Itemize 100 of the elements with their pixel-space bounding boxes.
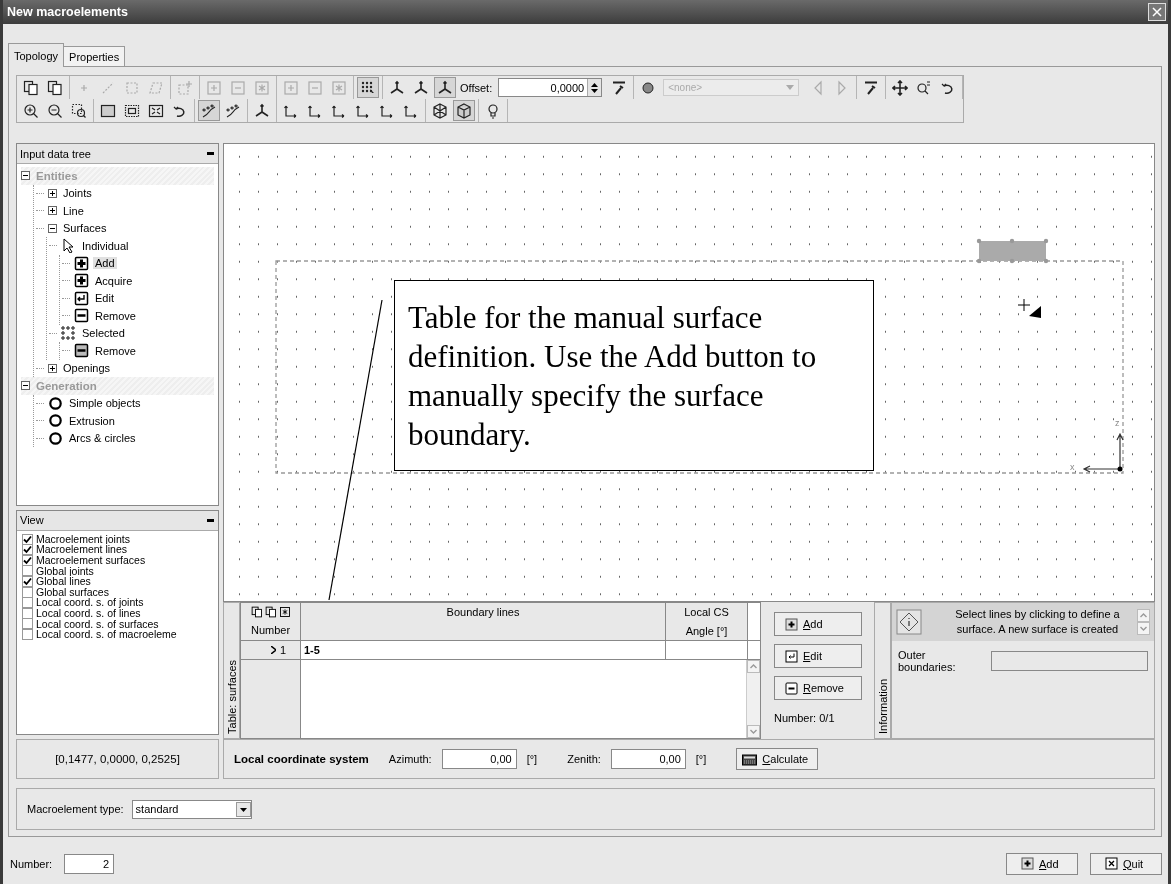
tree-item[interactable]: Surfaces [61,222,109,235]
dotted-square-icon [61,325,76,341]
checkbox[interactable] [22,586,33,598]
curve-icon [225,102,241,119]
side-tab[interactable]: Table: surfaces [223,602,240,739]
tree-item[interactable]: Extrusion [67,414,117,427]
panel-title: View [20,514,44,527]
tree-item[interactable]: Remove [93,309,138,322]
zoom-window-icon [71,102,87,119]
dashed-parallelogram-icon [148,79,164,96]
wrench-icon [611,79,628,96]
fit-icon [148,102,164,119]
expand-toggle[interactable] [48,363,57,373]
checkbox[interactable] [22,618,33,630]
checkbox-label: Global lines [36,576,91,587]
expand-toggle[interactable] [48,223,57,233]
callout-note: Table for the manual surface definition. Use the Add button to manually specify the surface boundary. [394,280,874,471]
field-label: Macroelement type: [27,803,124,815]
pointer-icon [61,238,76,254]
tree-item[interactable]: Openings [61,362,113,375]
minimize-icon[interactable] [207,518,214,522]
tree-item[interactable]: Simple objects [67,397,143,410]
tree-item[interactable]: Joints [61,187,94,200]
expand-toggle[interactable] [48,206,57,216]
tree-item[interactable]: Edit [93,292,116,305]
column-header: Local CS [684,605,729,620]
checkbox[interactable] [22,629,33,640]
type-dropdown[interactable]: standard [131,799,252,819]
expand-toggle[interactable] [48,188,57,198]
tree-item[interactable]: Arcs & circles [67,432,138,445]
plus-box-icon [1021,857,1034,870]
offset-label: Offset: [459,81,494,94]
count-label: Number: 0/1 [774,712,836,724]
side-tab[interactable]: Information [874,602,891,739]
input-field[interactable] [991,651,1148,671]
zoom-in-icon [23,102,39,119]
checkbox[interactable] [22,597,33,608]
tree-item[interactable]: Selected [80,327,127,340]
zoom-icon [916,79,933,96]
box-star-icon [278,606,291,618]
calculate-button[interactable]: Calculate [736,748,819,770]
cursor-icon [1017,298,1041,318]
toolbar-button[interactable] [198,100,220,121]
dialog-button[interactable]: Add [1006,852,1078,875]
drawing-canvas[interactable]: z x Table for the manual surface definition. Use the Add button to manually specify the surface boundary. [223,143,1155,602]
spin-arrows-icon [591,81,599,94]
checkbox-label: Local coord. s. of joints [36,597,144,608]
box-minus-icon [307,79,323,96]
checkbox-label: Local coord. s. of lines [36,608,141,619]
checkbox[interactable] [22,608,33,619]
light-bulb-icon [485,102,501,119]
window-title: New macroelements [7,5,128,19]
zoom-out-icon [47,102,63,119]
axis-icon [1082,432,1124,473]
input-field[interactable]: 0,00 [610,749,686,769]
offset-field[interactable]: 0,0000 [498,78,603,97]
documents-icon [250,606,263,618]
box-plus-icon [206,79,222,96]
tree-item[interactable]: Add [93,257,117,270]
axes-icon [437,79,453,96]
action-button[interactable]: Add [774,612,862,636]
checkbox[interactable] [22,544,33,556]
tree-item[interactable]: Individual [80,239,131,252]
tab[interactable]: Topology [8,43,65,67]
input-field[interactable]: 2 [64,853,115,874]
input-field[interactable]: 0,00 [441,749,517,769]
tree-item[interactable]: Remove [93,344,138,357]
info-icon [896,609,922,635]
action-button[interactable]: Remove [774,676,862,700]
field-label: Number: [10,857,53,870]
dialog-button[interactable]: Quit [1090,852,1162,875]
checkbox[interactable] [22,565,33,577]
toolbar-button[interactable] [357,77,379,98]
close-button[interactable] [1148,3,1166,21]
move-icon [892,79,909,96]
box-minus-icon [230,79,246,96]
tree-item[interactable]: Acquire [93,274,135,287]
checkbox[interactable] [22,555,33,566]
box-plus-icon [283,79,299,96]
dot-grid-icon [360,79,376,96]
axes-icon [389,79,405,96]
axes-icon [413,79,429,96]
checkbox-label: Macroelement joints [36,533,130,545]
tree-item[interactable]: Line [61,204,86,217]
axes-icon [254,102,270,119]
expand-toggle[interactable] [21,381,30,391]
checkbox-label: Global joints [36,565,94,577]
expand-toggle[interactable] [21,171,30,181]
ring-icon [48,413,63,429]
toolbar-button[interactable] [434,77,456,98]
box-minus-icon [74,308,89,324]
checkbox[interactable] [22,576,33,587]
plus-box-icon [785,617,798,631]
cursor-coordinates: [0,1477, 0,0000, 0,2525] [55,753,180,766]
tab[interactable]: Properties [63,46,126,67]
toolbar-button[interactable] [453,100,475,121]
field-label: Outer boundaries: [898,649,957,673]
dashed-grid-icon [177,79,193,96]
action-button[interactable]: Edit [774,644,862,668]
checkbox[interactable] [22,533,33,545]
